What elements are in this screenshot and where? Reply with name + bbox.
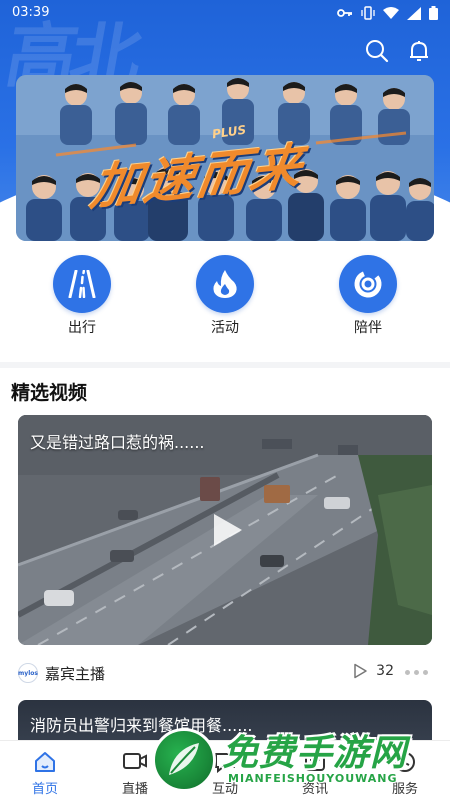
tab-home[interactable]: 首页	[15, 749, 75, 797]
site-watermark: 免费手游网 MIANFEISHOUYOUWANG	[150, 722, 450, 800]
section-title: 精选视频	[11, 382, 88, 404]
channel-name[interactable]: 嘉宾主播	[45, 663, 105, 684]
video-title: 又是错过路口惹的祸......	[30, 433, 205, 452]
battery-icon	[429, 6, 438, 20]
header-actions	[364, 38, 432, 64]
play-count: 32	[352, 663, 394, 679]
watermark-subtext: MIANFEISHOUYOUWANG	[228, 772, 398, 785]
bell-icon	[410, 41, 428, 61]
live-icon	[123, 753, 147, 769]
status-time: 03:39	[12, 5, 50, 20]
quick-entry-companion-circle	[339, 255, 397, 313]
quick-entry-companion[interactable]: 陪伴	[328, 255, 408, 337]
quick-entry-travel[interactable]: 出行	[42, 255, 122, 337]
quick-entry-activity-circle	[196, 255, 254, 313]
channel-avatar[interactable]: mylos	[18, 663, 38, 683]
channel-logo-text: mylos	[18, 669, 38, 677]
search-icon	[366, 40, 389, 63]
section-divider	[0, 362, 450, 368]
vibrate-icon	[361, 6, 375, 20]
play-count-icon	[354, 663, 367, 679]
search-button[interactable]	[364, 38, 390, 64]
signal-icon	[407, 6, 421, 20]
watermark-text: 免费手游网	[222, 733, 408, 774]
quick-entry-activity-label: 活动	[211, 320, 239, 336]
play-icon[interactable]	[208, 512, 244, 548]
video-meta: mylos 嘉宾主播 32	[18, 660, 432, 686]
play-count-value: 32	[376, 663, 394, 679]
road-icon	[68, 270, 96, 298]
quick-entry-travel-label: 出行	[68, 320, 96, 336]
quick-entries: 出行 活动 陪伴	[0, 255, 450, 340]
watermark-leaf-icon	[169, 743, 199, 775]
quick-entry-activity[interactable]: 活动	[185, 255, 265, 337]
app-screen: 高北 03:39 PLUS 加速而来 出行 活动 陪伴 精选视频 又是错过路口惹…	[0, 0, 450, 800]
promo-banner[interactable]: PLUS 加速而来	[16, 75, 434, 241]
home-icon	[35, 752, 55, 772]
status-icons	[337, 6, 438, 20]
flame-icon	[213, 270, 237, 298]
key-icon	[337, 9, 352, 17]
status-bar: 03:39	[0, 0, 450, 28]
more-options-icon[interactable]	[405, 670, 428, 675]
watermark-logo	[152, 728, 216, 792]
quick-entry-companion-label: 陪伴	[354, 320, 382, 336]
ring-icon	[354, 270, 382, 298]
video-card[interactable]: 又是错过路口惹的祸......	[18, 415, 432, 645]
wifi-icon	[383, 6, 399, 19]
notification-button[interactable]	[406, 38, 432, 64]
quick-entry-travel-circle	[53, 255, 111, 313]
tab-home-label: 首页	[31, 782, 58, 797]
